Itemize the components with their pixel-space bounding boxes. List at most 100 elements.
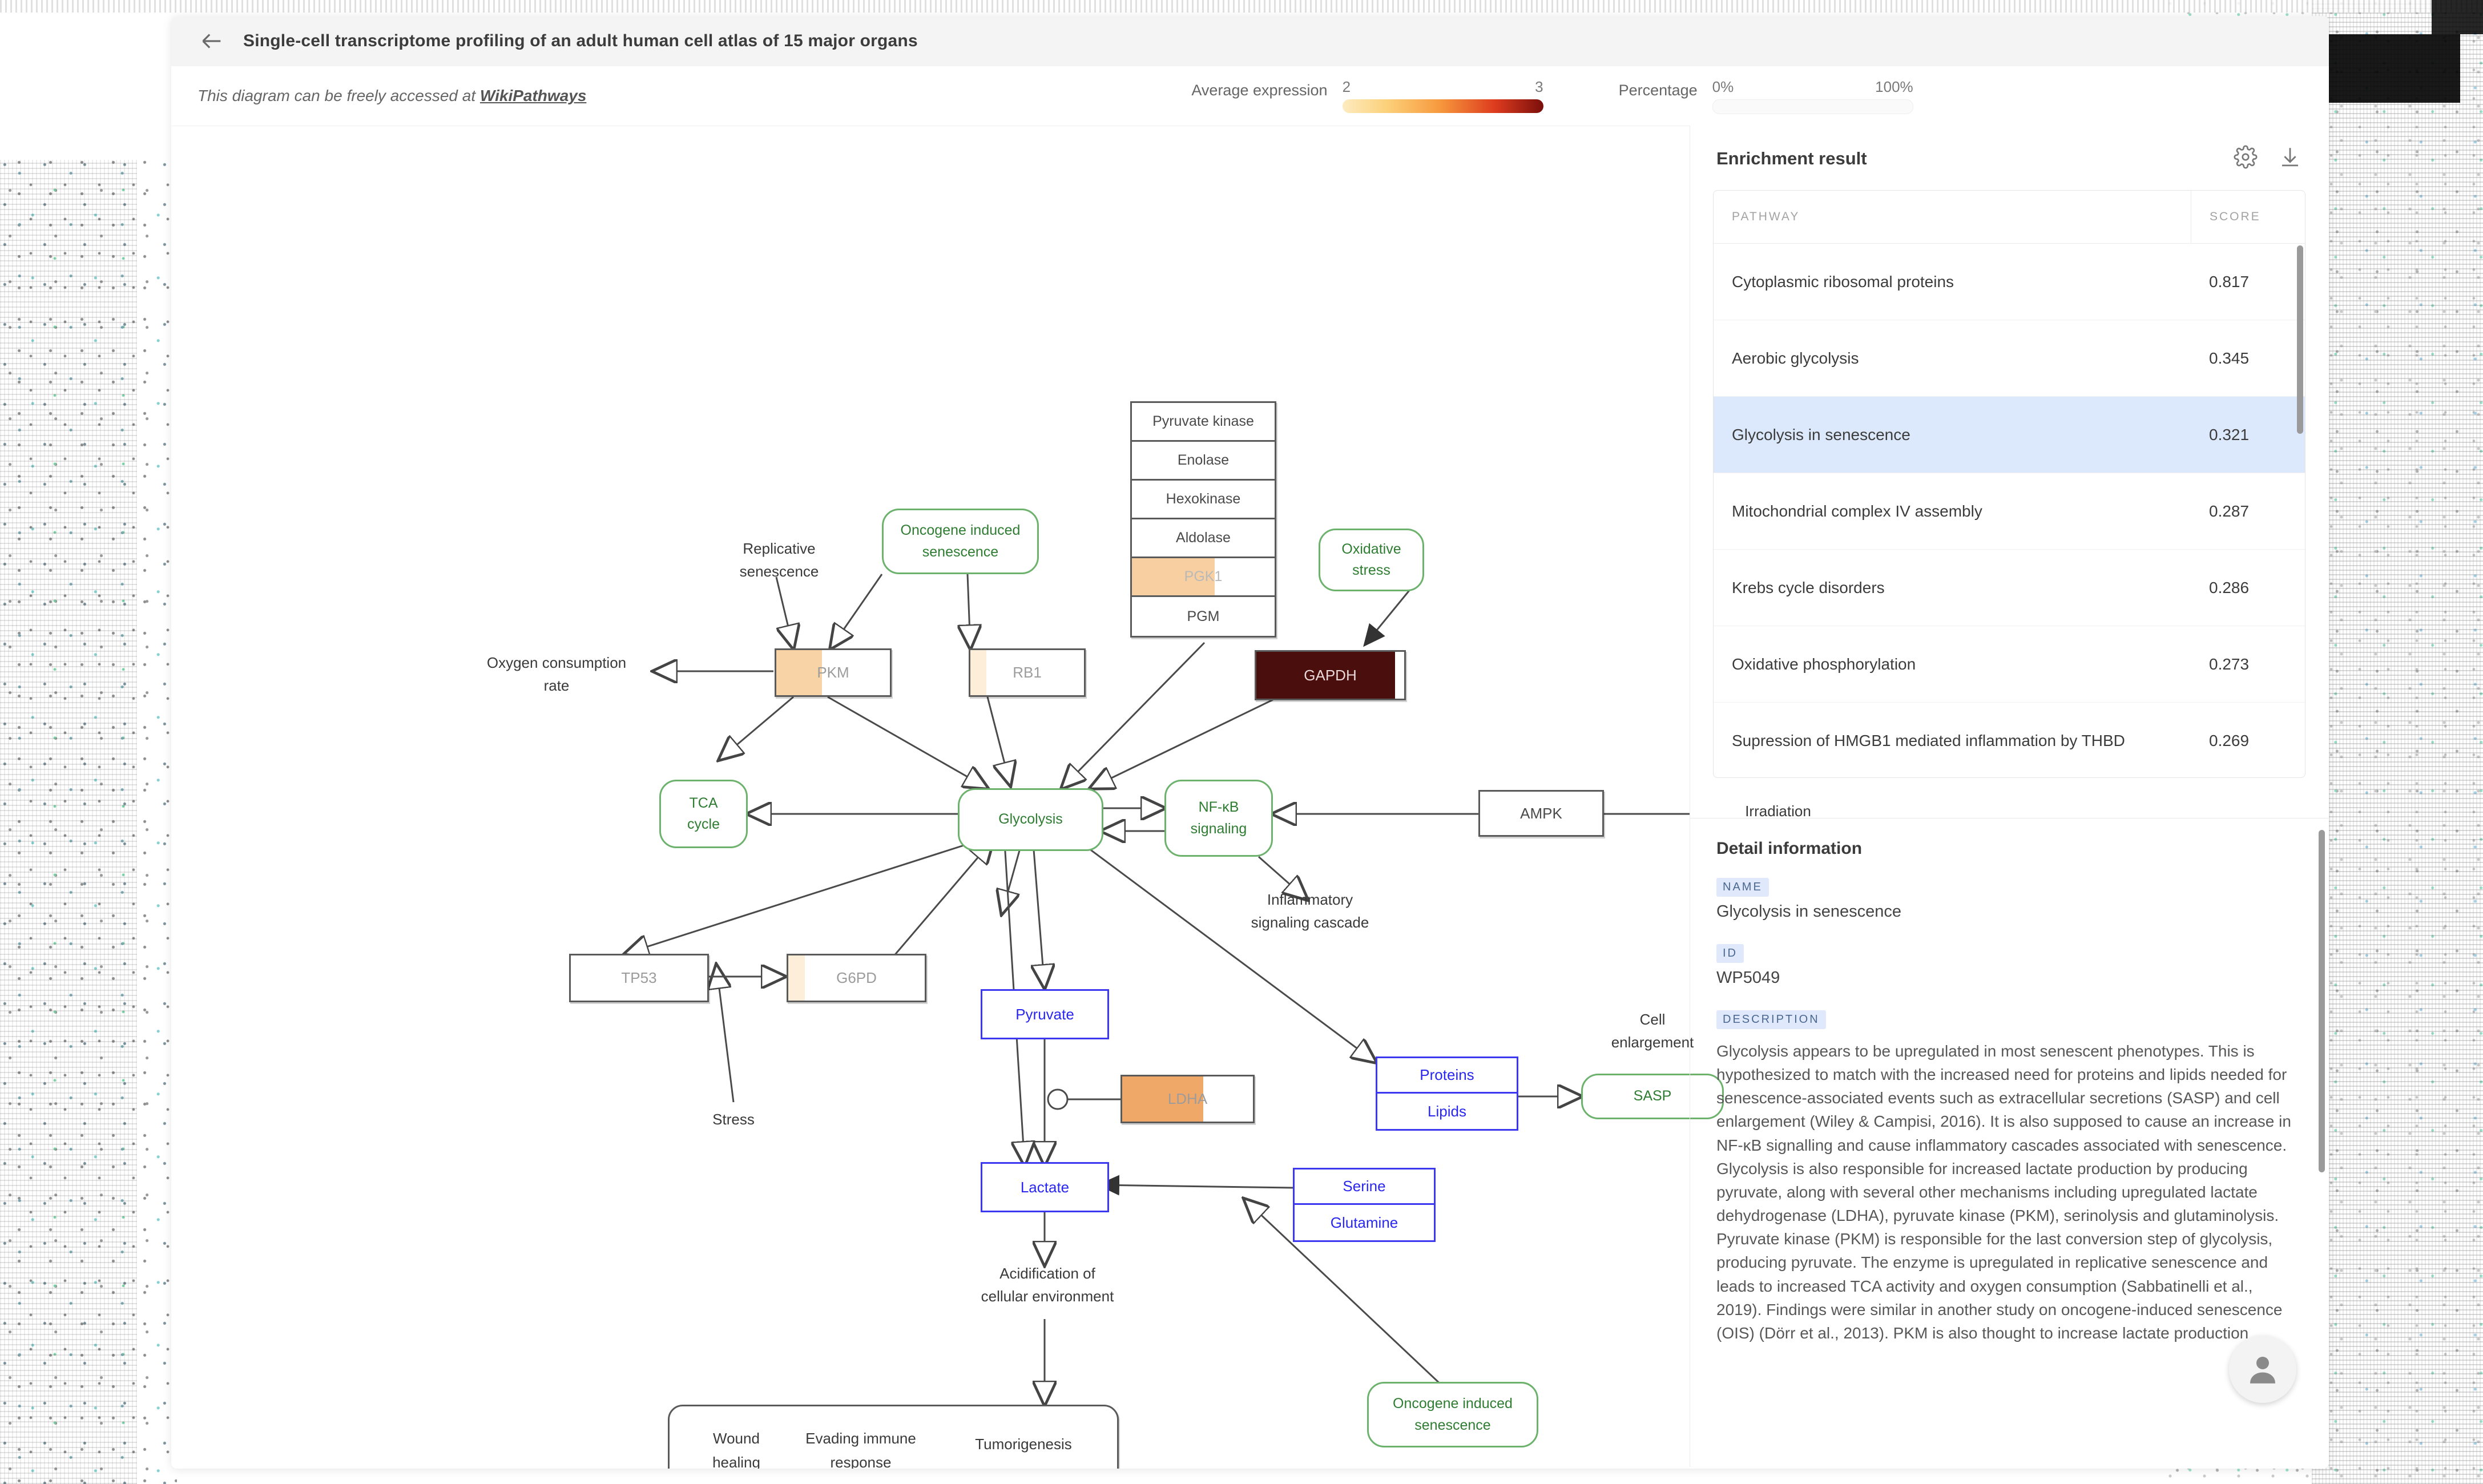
node-metabolite-lactate[interactable]: Lactate <box>981 1162 1109 1212</box>
node-oncogene-induced-senescence-bottom[interactable]: Oncogene induced senescence <box>1367 1382 1538 1447</box>
user-avatar-icon[interactable] <box>2229 1336 2296 1403</box>
percentage-max: 100% <box>1875 78 1913 95</box>
node-glycolysis[interactable]: Glycolysis <box>958 788 1103 851</box>
legend-bar: This diagram can be freely accessed at W… <box>171 66 2329 126</box>
enzyme-label: PGM <box>1187 608 1220 624</box>
table-header-row: PATHWAY SCORE <box>1714 191 2305 244</box>
pathway-score: 0.269 <box>2209 731 2250 749</box>
column-header-pathway: PATHWAY <box>1732 210 1800 223</box>
pathway-score: 0.345 <box>2209 349 2250 367</box>
enzyme-row[interactable]: Enolase <box>1132 442 1275 481</box>
right-panel: Enrichment result PATHWAY SCORE Cytoplas… <box>1690 126 2328 1467</box>
table-scrollbar[interactable] <box>2297 245 2303 434</box>
credit-text: This diagram can be freely accessed at <box>197 87 480 104</box>
node-gene-tp53[interactable]: TP53 <box>569 954 709 1002</box>
label-oxygen-consumption-rate: Oxygen consumption rate <box>486 654 627 695</box>
node-gene-pkm[interactable]: PKM <box>775 648 892 697</box>
enrichment-header: Enrichment result <box>1690 126 2328 182</box>
detail-id-value: WP5049 <box>1716 969 1780 987</box>
gene-label: LDHA <box>1167 1090 1208 1107</box>
table-row[interactable]: Supression of HMGB1 mediated inflammatio… <box>1714 703 2305 777</box>
node-gene-g6pd[interactable]: G6PD <box>787 954 926 1002</box>
percentage-size-bar <box>1712 99 1913 114</box>
enzyme-label: Hexokinase <box>1166 491 1241 507</box>
enzyme-row[interactable]: PGM <box>1132 597 1275 636</box>
enrichment-table: PATHWAY SCORE Cytoplasmic ribosomal prot… <box>1713 190 2305 778</box>
node-tca-cycle[interactable]: TCA cycle <box>659 780 748 848</box>
pathway-canvas[interactable]: Pyruvate kinase Enolase Hexokinase Aldol… <box>171 126 1811 1469</box>
enrichment-title: Enrichment result <box>1716 148 1867 168</box>
wikipathways-credit: This diagram can be freely accessed at W… <box>197 87 586 105</box>
column-header-score: SCORE <box>2191 191 2305 243</box>
pathway-edges <box>171 574 1690 1456</box>
detail-name-value: Glycolysis in senescence <box>1716 902 1901 921</box>
wikipathways-link[interactable]: WikiPathways <box>480 87 586 104</box>
metabolite-row[interactable]: Glutamine <box>1295 1205 1434 1240</box>
table-row[interactable]: Oxidative phosphorylation 0.273 <box>1714 626 2305 703</box>
node-label: TCA cycle <box>687 795 720 833</box>
label-stress: Stress <box>712 1111 755 1128</box>
enzyme-row[interactable]: Hexokinase <box>1132 481 1275 519</box>
gene-label: GAPDH <box>1304 666 1357 684</box>
metabolite-row[interactable]: Lipids <box>1377 1094 1517 1129</box>
node-oxidative-stress[interactable]: Oxidative stress <box>1319 529 1424 591</box>
node-gene-ldha[interactable]: LDHA <box>1120 1075 1255 1123</box>
enzyme-row-pgk1[interactable]: PGK1 <box>1132 558 1275 597</box>
table-row[interactable]: Cytoplasmic ribosomal proteins 0.817 <box>1714 244 2305 320</box>
node-nfkb-signaling[interactable]: NF-κB signaling <box>1164 780 1273 857</box>
pathway-score: 0.273 <box>2209 655 2250 673</box>
table-row[interactable]: Aerobic glycolysis 0.345 <box>1714 320 2305 397</box>
table-row[interactable]: Krebs cycle disorders 0.286 <box>1714 550 2305 626</box>
percentage-legend: Percentage 0% 100% <box>1619 78 1913 114</box>
download-icon[interactable] <box>2278 145 2302 172</box>
detail-scrollbar[interactable] <box>2319 830 2325 1172</box>
node-oncogene-induced-senescence[interactable]: Oncogene induced senescence <box>882 509 1039 574</box>
outcome-wound-healing: Wound healing <box>712 1430 760 1469</box>
node-metabolite-proteins-lipids[interactable]: Proteins Lipids <box>1376 1056 1518 1131</box>
image-artifact-left <box>0 160 177 1484</box>
table-row-selected[interactable]: Glycolysis in senescence 0.321 <box>1714 397 2305 473</box>
expression-max: 3 <box>1535 78 1543 95</box>
enzyme-row[interactable]: Pyruvate kinase <box>1132 403 1275 442</box>
node-metabolite-serine-glutamine[interactable]: Serine Glutamine <box>1293 1168 1436 1242</box>
label-acidification: Acidification of cellular environment <box>981 1265 1114 1305</box>
detail-title: Detail information <box>1716 839 1863 858</box>
expression-min: 2 <box>1342 78 1351 95</box>
node-gene-gapdh[interactable]: GAPDH <box>1255 650 1406 700</box>
percentage-label: Percentage <box>1618 81 1698 99</box>
metabolite-row[interactable]: Serine <box>1295 1170 1434 1205</box>
node-label: Glutamine <box>1330 1213 1398 1231</box>
average-expression-legend: Average expression 2 3 <box>1191 78 1543 113</box>
percentage-min: 0% <box>1712 78 1734 95</box>
image-artifact-right-2 <box>2312 0 2483 1484</box>
enzyme-stack[interactable]: Pyruvate kinase Enolase Hexokinase Aldol… <box>1130 401 1276 638</box>
pathway-name: Mitochondrial complex IV assembly <box>1732 502 1982 520</box>
node-label: Serine <box>1343 1177 1386 1195</box>
expression-fill <box>776 650 822 695</box>
node-label: NF-κB signaling <box>1190 799 1247 837</box>
detail-id-tag: ID <box>1716 944 1744 963</box>
gene-label: AMPK <box>1520 804 1562 822</box>
node-ampk[interactable]: AMPK <box>1478 790 1604 837</box>
enzyme-label: Enolase <box>1177 452 1230 468</box>
node-label: Proteins <box>1420 1066 1474 1083</box>
app-window: Single-cell transcriptome profiling of a… <box>171 16 2329 1469</box>
gear-icon[interactable] <box>2234 145 2258 172</box>
node-outcomes[interactable]: Wound healing Evading immune response Tu… <box>668 1405 1119 1469</box>
image-artifact-black-block <box>2329 34 2460 103</box>
back-arrow-icon[interactable] <box>197 27 226 55</box>
pathway-name: Aerobic glycolysis <box>1732 349 1859 367</box>
table-body[interactable]: Cytoplasmic ribosomal proteins 0.817 Aer… <box>1714 244 2305 777</box>
expression-fill <box>788 955 805 1001</box>
node-metabolite-pyruvate[interactable]: Pyruvate <box>981 989 1109 1039</box>
node-label: SASP <box>1633 1088 1672 1104</box>
node-gene-rb1[interactable]: RB1 <box>969 648 1086 697</box>
pathway-score: 0.321 <box>2209 425 2250 443</box>
enzyme-row[interactable]: Aldolase <box>1132 519 1275 558</box>
node-label: Lactate <box>1020 1178 1070 1196</box>
enzyme-label: Pyruvate kinase <box>1152 413 1254 429</box>
page-title: Single-cell transcriptome profiling of a… <box>243 31 918 50</box>
pathway-score: 0.287 <box>2209 502 2250 520</box>
metabolite-row[interactable]: Proteins <box>1377 1058 1517 1094</box>
table-row[interactable]: Mitochondrial complex IV assembly 0.287 <box>1714 473 2305 550</box>
